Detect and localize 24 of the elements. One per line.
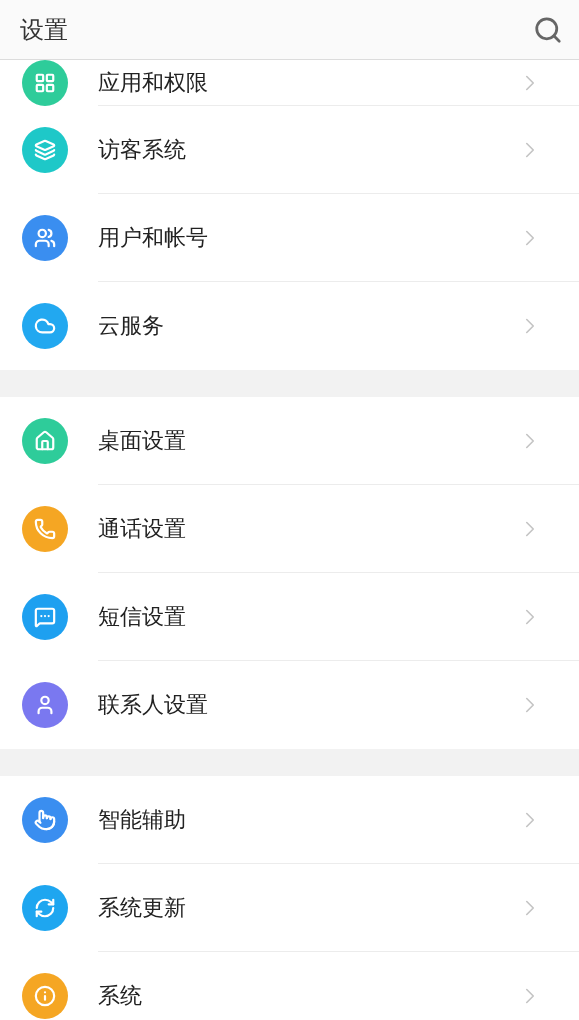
- item-label: 通话设置: [98, 514, 186, 543]
- item-label: 联系人设置: [98, 691, 208, 719]
- item-label: 短信设置: [98, 602, 186, 631]
- item-label: 访客系统: [98, 135, 186, 164]
- settings-item[interactable]: 联系人设置: [0, 661, 579, 749]
- settings-item[interactable]: 系统更新: [0, 864, 579, 952]
- settings-item[interactable]: 短信设置: [0, 573, 579, 661]
- settings-item[interactable]: 应用和权限: [0, 60, 579, 106]
- settings-item[interactable]: 系统: [0, 952, 579, 1020]
- settings-item[interactable]: 用户和帐号: [0, 194, 579, 282]
- settings-item[interactable]: 访客系统: [0, 106, 579, 194]
- item-label: 智能辅助: [98, 805, 186, 834]
- item-label: 桌面设置: [98, 426, 186, 455]
- settings-item[interactable]: 通话设置: [0, 485, 579, 573]
- page-title: 设置: [20, 14, 68, 46]
- item-label: 云服务: [98, 312, 164, 340]
- settings-item[interactable]: 桌面设置: [0, 397, 579, 485]
- item-label: 系统更新: [98, 893, 186, 922]
- item-label: 应用和权限: [98, 68, 208, 97]
- settings-item[interactable]: 云服务: [0, 282, 579, 370]
- search-button[interactable]: [533, 14, 563, 45]
- item-label: 系统: [98, 982, 142, 1010]
- item-label: 用户和帐号: [98, 223, 208, 252]
- settings-item[interactable]: 智能辅助: [0, 776, 579, 864]
